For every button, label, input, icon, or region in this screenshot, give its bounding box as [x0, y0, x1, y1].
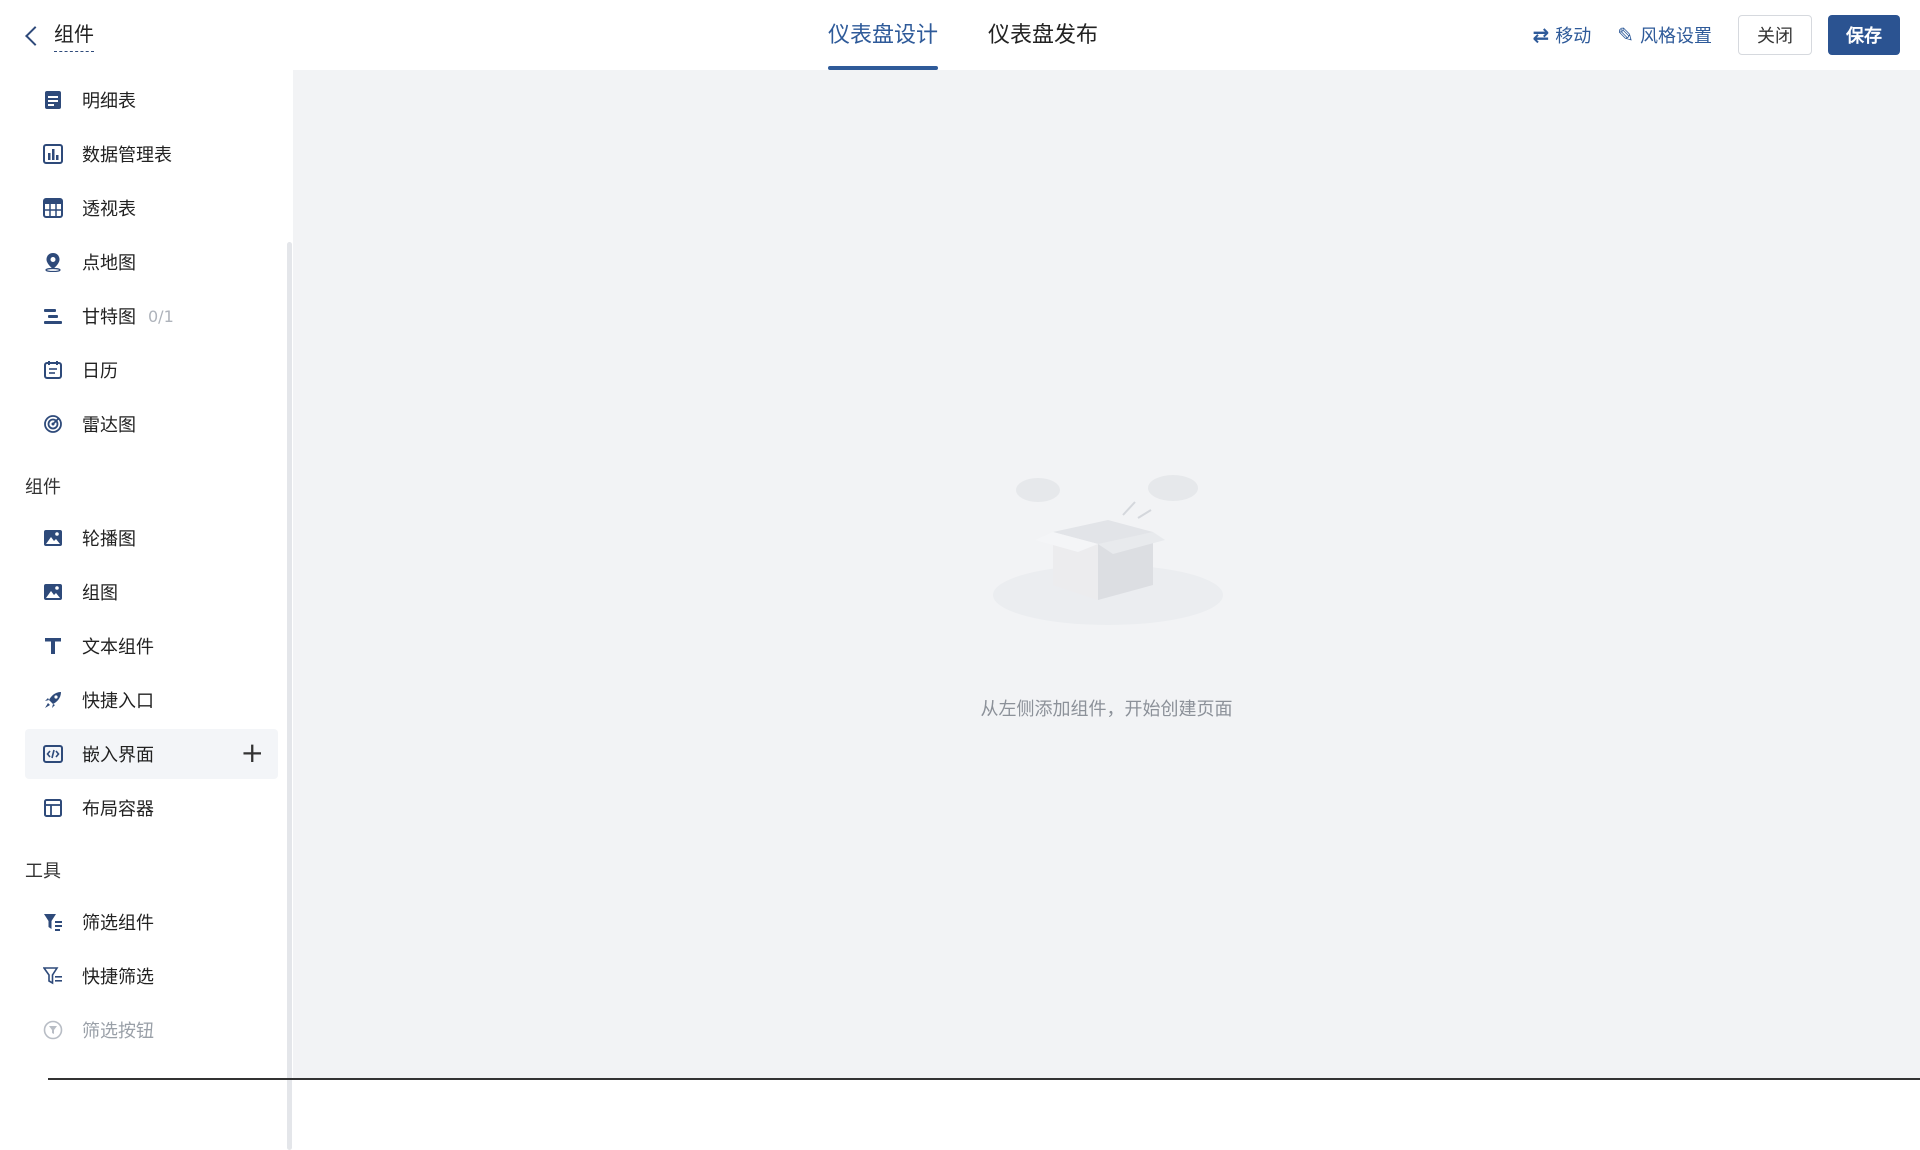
sidebar-item-label: 嵌入界面	[82, 745, 154, 766]
sidebar-item-pivot-table[interactable]: 透视表	[25, 183, 278, 233]
text-icon	[42, 635, 64, 657]
sidebar-item-label: 筛选按钮	[82, 1021, 154, 1042]
sidebar-item-label: 布局容器	[82, 799, 154, 820]
sidebar-item-label: 组图	[82, 583, 118, 604]
close-button[interactable]: 关闭	[1738, 15, 1812, 55]
pivot-table-icon	[42, 197, 64, 219]
sidebar-item-filter-component[interactable]: 筛选组件	[25, 897, 278, 947]
sidebar-item-label: 雷达图	[82, 415, 136, 436]
sidebar-item-label: 透视表	[82, 199, 136, 220]
sidebar-item-label: 轮播图	[82, 529, 136, 550]
usage-count-badge: 0/1	[148, 306, 174, 326]
sidebar-item-text-component[interactable]: 文本组件	[25, 621, 278, 671]
dashboard-canvas[interactable]: 从左侧添加组件，开始创建页面	[293, 70, 1920, 1080]
sidebar-item-detail-table[interactable]: 明细表	[25, 75, 278, 125]
top-bar: 组件 仪表盘设计 仪表盘发布 ⇄ 移动 ✎ 风格设置 关闭 保存	[0, 0, 1920, 70]
sidebar-item-label: 甘特图	[82, 307, 136, 328]
radar-icon	[42, 413, 64, 435]
sidebar-item-label: 快捷筛选	[82, 967, 154, 988]
sidebar-item-data-management[interactable]: 数据管理表	[25, 129, 278, 179]
move-label: 移动	[1555, 26, 1592, 47]
sidebar-item-filter-button: 筛选按钮	[25, 1005, 278, 1055]
save-button[interactable]: 保存	[1828, 15, 1900, 55]
sidebar-item-label: 文本组件	[82, 637, 154, 658]
gantt-icon	[42, 305, 64, 327]
sidebar-item-carousel[interactable]: 轮播图	[25, 513, 278, 563]
move-button[interactable]: ⇄ 移动	[1532, 22, 1591, 48]
sidebar-item-layout-container[interactable]: 布局容器	[25, 783, 278, 833]
sidebar-item-label: 点地图	[82, 253, 136, 274]
filter-list-icon	[42, 965, 64, 987]
header-actions: ⇄ 移动 ✎ 风格设置 关闭 保存	[1532, 15, 1900, 55]
sidebar-item-quick-filter[interactable]: 快捷筛选	[25, 951, 278, 1001]
empty-box-illustration	[993, 475, 1223, 625]
calendar-icon	[42, 359, 64, 381]
sidebar-item-point-map[interactable]: 点地图	[25, 237, 278, 287]
sidebar-item-label: 筛选组件	[82, 913, 154, 934]
tab-dashboard-design[interactable]: 仪表盘设计	[828, 0, 939, 70]
sidebar-item-label: 日历	[82, 361, 118, 382]
style-settings-button[interactable]: ✎ 风格设置	[1617, 22, 1712, 48]
sidebar-item-label: 明细表	[82, 91, 136, 112]
sidebar-item-label: 数据管理表	[82, 145, 172, 166]
rocket-icon	[42, 689, 64, 711]
sidebar-item-calendar[interactable]: 日历	[25, 345, 278, 395]
map-pin-icon	[42, 251, 64, 273]
brush-icon: ✎	[1617, 23, 1634, 47]
filter-circle-icon	[42, 1019, 64, 1041]
filter-icon	[42, 911, 64, 933]
empty-canvas-message: 从左侧添加组件，开始创建页面	[980, 699, 1233, 720]
sidebar-item-radar[interactable]: 雷达图	[25, 399, 278, 449]
sidebar-item-gantt[interactable]: 甘特图 0/1	[25, 291, 278, 341]
sidebar-item-image-group[interactable]: 组图	[25, 567, 278, 617]
sidebar-item-label: 快捷入口	[82, 691, 154, 712]
tab-dashboard-publish[interactable]: 仪表盘发布	[988, 0, 1098, 70]
image-icon	[42, 527, 64, 549]
tab-bar: 仪表盘设计 仪表盘发布	[828, 0, 1148, 70]
back-button[interactable]: 组件	[25, 18, 94, 52]
add-icon[interactable]: +	[241, 739, 264, 767]
section-title-tools: 工具	[25, 861, 61, 882]
style-settings-label: 风格设置	[1640, 26, 1712, 47]
component-sidebar: 明细表 数据管理表 透视表 点地图 甘特图 0/1 日历 雷达图 组件 轮播图 …	[0, 70, 293, 1150]
sidebar-scrollbar[interactable]	[287, 242, 292, 1150]
section-title-components: 组件	[25, 477, 61, 498]
bar-chart-icon	[42, 143, 64, 165]
code-icon	[42, 743, 64, 765]
layout-icon	[42, 797, 64, 819]
back-label: 组件	[54, 18, 94, 52]
sidebar-item-quick-entry[interactable]: 快捷入口	[25, 675, 278, 725]
image-icon	[42, 581, 64, 603]
table-doc-icon	[42, 89, 64, 111]
chevron-left-icon	[25, 26, 45, 46]
sidebar-item-embed-page[interactable]: 嵌入界面 +	[25, 729, 278, 779]
swap-icon: ⇄	[1532, 23, 1550, 47]
